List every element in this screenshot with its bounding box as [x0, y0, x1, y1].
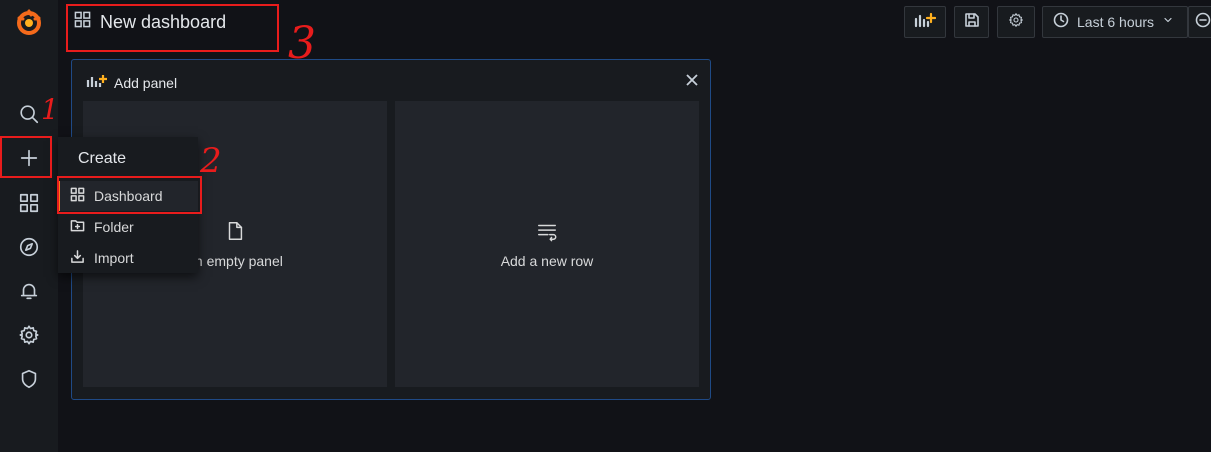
- dashboard-settings-button[interactable]: [997, 6, 1035, 38]
- add-panel-icon: [914, 12, 937, 33]
- import-icon: [70, 249, 85, 267]
- annotation-number-2: 2: [200, 141, 222, 181]
- annotation-box-plus: [0, 136, 52, 178]
- sidebar: [0, 0, 58, 452]
- import-item[interactable]: Import: [58, 243, 198, 273]
- save-dashboard-button[interactable]: [954, 6, 989, 38]
- add-new-row-option[interactable]: Add a new row: [395, 101, 699, 387]
- add-empty-panel-label: an empty panel: [187, 252, 283, 269]
- annotation-number-3: 3: [288, 18, 316, 69]
- add-panel-button[interactable]: [904, 6, 946, 38]
- import-label: Import: [94, 250, 134, 266]
- gear-icon[interactable]: [14, 320, 44, 350]
- dashboards-grid-icon[interactable]: [14, 188, 44, 218]
- folder-plus-icon: [70, 218, 85, 236]
- time-range-picker[interactable]: Last 6 hours: [1042, 6, 1188, 38]
- search-icon[interactable]: [14, 99, 44, 129]
- chevron-down-icon: [1162, 13, 1174, 31]
- add-new-row-label: Add a new row: [500, 252, 594, 269]
- save-icon: [964, 12, 980, 33]
- time-range-label: Last 6 hours: [1077, 14, 1155, 30]
- grafana-logo-icon[interactable]: [14, 8, 44, 38]
- compass-icon[interactable]: [14, 232, 44, 262]
- file-icon: [224, 220, 246, 253]
- create-folder-item[interactable]: Folder: [58, 212, 198, 242]
- create-menu-header: Create: [78, 150, 127, 167]
- clock-icon: [1053, 12, 1069, 33]
- add-panel-title: Add panel: [114, 74, 178, 91]
- zoom-out-icon: [1195, 12, 1211, 33]
- annotation-box-dashboard: [57, 176, 202, 214]
- annotation-number-1: 1: [41, 93, 59, 126]
- create-folder-label: Folder: [94, 219, 134, 235]
- gear-icon: [1008, 12, 1024, 33]
- shield-icon[interactable]: [14, 364, 44, 394]
- zoom-out-button[interactable]: [1188, 6, 1211, 38]
- close-icon[interactable]: [684, 72, 700, 88]
- bell-icon[interactable]: [14, 276, 44, 306]
- annotation-box-title: [66, 4, 279, 52]
- row-icon: [536, 220, 558, 253]
- add-panel-header: Add panel: [86, 73, 177, 92]
- add-panel-icon: [86, 73, 108, 92]
